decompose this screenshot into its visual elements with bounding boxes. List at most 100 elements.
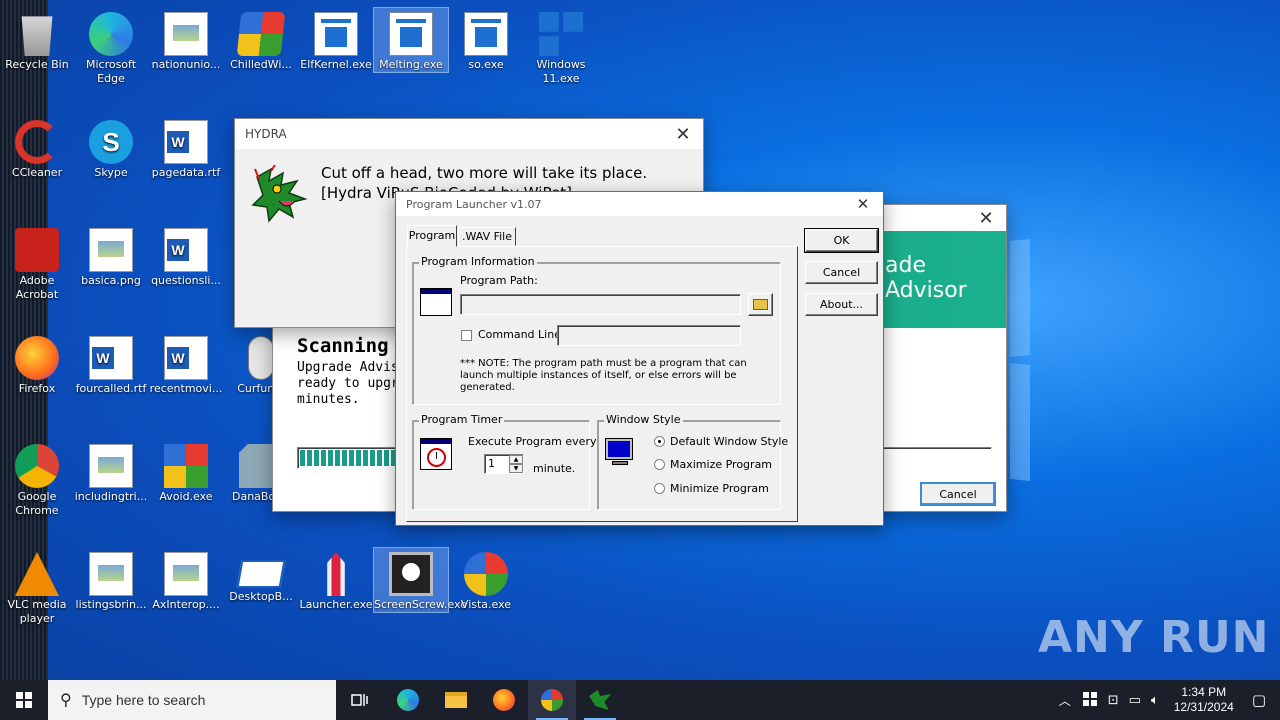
desktop-icon-skype[interactable]: S Skype bbox=[74, 116, 148, 180]
browse-folder-button[interactable] bbox=[748, 293, 773, 316]
stepper-down-icon[interactable]: ▼ bbox=[509, 464, 523, 473]
upgrade-cancel-button[interactable]: Cancel bbox=[920, 482, 996, 506]
elfkernel-icon bbox=[314, 12, 358, 56]
ccleaner-icon bbox=[15, 120, 59, 164]
interval-stepper[interactable]: 1 ▲ ▼ bbox=[484, 454, 524, 474]
close-icon[interactable]: ✕ bbox=[966, 208, 1006, 229]
program-path-input[interactable] bbox=[460, 294, 741, 315]
ok-button[interactable]: OK bbox=[804, 228, 879, 253]
desktop-icon-label: Adobe Acrobat bbox=[15, 274, 59, 301]
tab-wav-file-label: .WAV File bbox=[461, 230, 513, 243]
desktop-icon-google-chrome[interactable]: Google Chrome bbox=[0, 440, 74, 518]
task-view-button[interactable] bbox=[336, 680, 384, 720]
desktop-icon-pagedata[interactable]: Wpagedata.rtf bbox=[149, 116, 223, 180]
program-window-icon bbox=[420, 288, 452, 316]
about-button[interactable]: About... bbox=[805, 293, 878, 316]
network-icon[interactable]: ▭ bbox=[1124, 693, 1146, 708]
desktop-icon-label: ElfKernel.exe bbox=[300, 58, 372, 71]
windows-flag-icon bbox=[541, 689, 563, 711]
desktop-icon-label: Skype bbox=[94, 166, 128, 179]
style-radio-minimize[interactable] bbox=[654, 483, 665, 494]
desktop-icon-label: includingtri... bbox=[74, 490, 148, 503]
tab-program[interactable]: Program bbox=[407, 225, 457, 247]
tab-program-label: Program bbox=[408, 229, 456, 242]
launcher-title: Program Launcher v1.07 bbox=[406, 197, 542, 211]
desktop-icon-so-exe[interactable]: so.exe bbox=[449, 8, 523, 72]
desktop-icon-label: listingsbrin... bbox=[75, 598, 147, 611]
desktop-icon-screenscrew[interactable]: ScreenScrew.exe bbox=[373, 547, 467, 613]
desktop-icon-recentmovies[interactable]: Wrecentmovi... bbox=[149, 332, 223, 396]
desktop-icon-fourcalled[interactable]: Wfourcalled.rtf bbox=[74, 332, 148, 396]
desktop-icon-adobe-acrobat[interactable]: Adobe Acrobat bbox=[0, 224, 74, 302]
desktop-icon-melting[interactable]: Melting.exe bbox=[373, 7, 449, 73]
command-line-label: Command Line bbox=[478, 328, 561, 341]
desktop-icon-desktopb[interactable]: DesktopB... bbox=[224, 548, 298, 604]
desktop-icon-elfkernel[interactable]: ElfKernel.exe bbox=[299, 8, 373, 72]
close-icon[interactable]: ✕ bbox=[663, 124, 703, 145]
desktop-icon-questionslist[interactable]: Wquestionsli... bbox=[149, 224, 223, 288]
folder-open-icon bbox=[753, 298, 768, 310]
desktop-icon-axinterop[interactable]: AxInterop.... bbox=[149, 548, 223, 612]
style-radio-maximize[interactable] bbox=[654, 459, 665, 470]
desktop-icon-label: CCleaner bbox=[11, 166, 63, 179]
vlc-icon bbox=[15, 552, 59, 596]
nationunion-icon bbox=[164, 12, 208, 56]
desktop-icon-recycle-bin[interactable]: Recycle Bin bbox=[0, 8, 74, 72]
task-view-icon bbox=[351, 694, 368, 706]
upgrade-banner-text: ade Advisor bbox=[885, 253, 967, 303]
includingtri-icon bbox=[89, 444, 133, 488]
meet-now-icon[interactable]: ⊡ bbox=[1103, 693, 1124, 708]
background-logo-pane bbox=[1010, 362, 1030, 482]
cancel-button[interactable]: Cancel bbox=[805, 261, 878, 284]
desktop-icon-windows11[interactable]: Windows 11.exe bbox=[524, 8, 598, 86]
desktop-icon-firefox[interactable]: Firefox bbox=[0, 332, 74, 396]
desktop-icon-listingsbrin[interactable]: listingsbrin... bbox=[74, 548, 148, 612]
start-button[interactable] bbox=[0, 680, 48, 720]
taskbar-program-launcher[interactable] bbox=[528, 680, 576, 720]
clock[interactable]: 1:34 PM 12/31/2024 bbox=[1164, 685, 1244, 715]
taskbar-search-box[interactable]: ⚲ Type here to search bbox=[48, 680, 336, 720]
taskbar-edge[interactable] bbox=[384, 680, 432, 720]
command-line-checkbox[interactable] bbox=[461, 330, 472, 341]
desktop-icon-launcher[interactable]: Launcher.exe bbox=[299, 548, 373, 612]
desktop-icon-label: AxInterop.... bbox=[152, 598, 220, 611]
firefox-icon bbox=[493, 689, 515, 711]
desktop-icon-ccleaner[interactable]: CCleaner bbox=[0, 116, 74, 180]
interval-value: 1 bbox=[488, 457, 495, 470]
edge-icon bbox=[89, 12, 133, 56]
style-radio-default[interactable] bbox=[654, 436, 665, 447]
desktop-icon-basica[interactable]: basica.png bbox=[74, 224, 148, 288]
command-line-input[interactable] bbox=[557, 325, 741, 346]
desktop-icon-label: Microsoft Edge bbox=[85, 58, 137, 85]
basica-icon bbox=[89, 228, 133, 272]
search-placeholder: Type here to search bbox=[81, 692, 206, 708]
launcher-titlebar: Program Launcher v1.07 ✕ bbox=[396, 192, 883, 216]
chevron-up-icon[interactable]: ︿ bbox=[1053, 692, 1077, 709]
stepper-up-icon[interactable]: ▲ bbox=[509, 455, 523, 464]
upgrade-body-1: Upgrade Adviso bbox=[297, 360, 407, 375]
system-tray: ︿ ⊡ ▭ 🔈︎ 1:34 PM 12/31/2024 ▢ bbox=[1053, 680, 1280, 720]
desktop-icon-chilledwindows[interactable]: ChilledWi... bbox=[224, 8, 298, 72]
close-icon[interactable]: ✕ bbox=[843, 195, 883, 213]
notification-icon[interactable]: ▢ bbox=[1244, 691, 1280, 709]
window-style-legend: Window Style bbox=[604, 413, 683, 426]
desktop-icon-avoid[interactable]: Avoid.exe bbox=[149, 440, 223, 504]
taskbar-hydra[interactable] bbox=[576, 680, 624, 720]
desktop-icon-label: Firefox bbox=[18, 382, 56, 395]
firefox-icon bbox=[15, 336, 59, 380]
desktop-icon-vlc[interactable]: VLC media player bbox=[0, 548, 74, 626]
clock-date: 12/31/2024 bbox=[1173, 700, 1234, 714]
desktop-icon-includingtri[interactable]: includingtri... bbox=[74, 440, 148, 504]
windows-logo-tray-icon[interactable] bbox=[1077, 691, 1103, 709]
desktop-icon-edge[interactable]: Microsoft Edge bbox=[74, 8, 148, 86]
taskbar-firefox[interactable] bbox=[480, 680, 528, 720]
taskbar-file-explorer[interactable] bbox=[432, 680, 480, 720]
screenscrew-icon bbox=[389, 552, 433, 596]
tab-wav-file[interactable]: .WAV File bbox=[458, 227, 516, 246]
desktop-icon-label: VLC media player bbox=[7, 598, 67, 625]
listingsbrin-icon bbox=[89, 552, 133, 596]
desktop-icon-vista[interactable]: Vista.exe bbox=[449, 548, 523, 612]
adobe-acrobat-icon bbox=[15, 228, 59, 272]
desktop-icon-nationunion[interactable]: nationunio... bbox=[149, 8, 223, 72]
volume-icon[interactable]: 🔈︎ bbox=[1146, 693, 1164, 708]
